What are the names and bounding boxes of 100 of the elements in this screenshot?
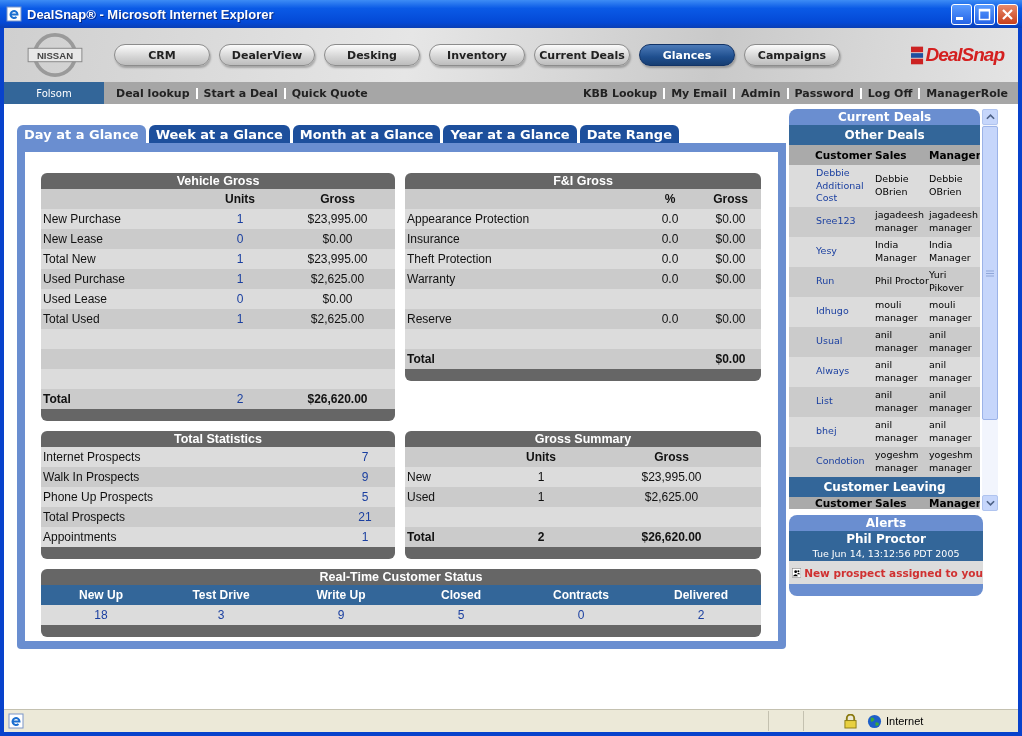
count-link[interactable]: 5 (401, 608, 521, 622)
scroll-down-icon[interactable] (985, 500, 995, 506)
customer-link[interactable]: Run (789, 275, 875, 288)
count-link[interactable]: 9 (340, 470, 390, 484)
column-header: Sales (875, 496, 908, 509)
table-cell-text: 0.0 (660, 212, 680, 226)
table-cell-text: Yuri Pikover (929, 269, 965, 294)
units-link[interactable]: 0 (200, 292, 280, 306)
tab[interactable]: Week at a Glance (148, 125, 290, 143)
units-link[interactable]: 0 (200, 232, 280, 246)
row-label: Total Used (42, 312, 101, 326)
nav-link[interactable]: Deal lookup (116, 87, 196, 99)
nav-link[interactable]: My Email (663, 87, 734, 99)
table-cell-text: yogeshm manager (929, 449, 974, 474)
maximize-button[interactable] (974, 3, 995, 25)
row-label: Walk In Prospects (42, 470, 141, 484)
scroll-up-icon[interactable] (985, 114, 995, 120)
table-cell-text: $0.00 (714, 252, 747, 266)
units-link[interactable]: 1 (200, 252, 280, 266)
column-header: Contracts (552, 588, 610, 602)
column-header: Gross (712, 192, 749, 206)
nav-link[interactable]: Start a Deal (195, 87, 284, 99)
nav-button[interactable]: Inventory (429, 44, 525, 66)
nav-button[interactable]: DealerView (219, 44, 315, 66)
nav-button[interactable]: Current Deals (534, 44, 630, 66)
nav-link[interactable]: ManagerRole (918, 87, 1014, 99)
table-cell-text: anil manager (875, 329, 919, 354)
row-label: Used Purchase (42, 272, 127, 286)
column-header: Test Drive (191, 588, 251, 602)
nav-link[interactable]: Admin (733, 87, 787, 99)
column-header: Customer (814, 149, 873, 161)
customer-link[interactable]: Idhugo (789, 305, 875, 318)
units-link[interactable]: 1 (200, 212, 280, 226)
count-link[interactable]: 21 (340, 510, 390, 524)
units-link[interactable]: 1 (200, 312, 280, 326)
row-label: Total New (42, 252, 97, 266)
row-label: Theft Protection (406, 252, 493, 266)
table-cell-text: $23,995.00 (306, 252, 369, 266)
customer-link[interactable]: Debbie Additional Cost (789, 167, 875, 205)
count-link[interactable]: 2 (641, 608, 761, 622)
customer-link[interactable]: List (789, 395, 875, 408)
count-link[interactable]: 18 (41, 608, 161, 622)
row-label: Total (406, 530, 436, 544)
count-link[interactable]: 0 (521, 608, 641, 622)
customer-link[interactable]: bhej (789, 425, 875, 438)
count-link[interactable]: 5 (340, 490, 390, 504)
table-title: Total Statistics (41, 431, 395, 447)
table-cell-text: Debbie OBrien (875, 173, 910, 199)
table-cell-text: anil manager (875, 419, 919, 444)
row-label: Reserve (406, 312, 453, 326)
nav-button[interactable]: Desking (324, 44, 420, 66)
minimize-button[interactable] (951, 3, 972, 25)
row-label: Total (406, 352, 436, 366)
customer-link[interactable]: Condotion (789, 455, 875, 468)
count-link[interactable]: 9 (281, 608, 401, 622)
grip-icon[interactable] (986, 269, 995, 277)
customer-link[interactable]: Usual (789, 335, 875, 348)
table-cell: Phil Proctor (875, 275, 929, 288)
table-cell-text: India Manager (875, 239, 918, 264)
customer-link[interactable]: Always (789, 365, 875, 378)
tab[interactable]: Month at a Glance (292, 125, 441, 143)
scrollbar[interactable] (982, 109, 998, 511)
nav-link[interactable]: Quick Quote (283, 87, 374, 99)
nav-link[interactable]: Log Off (859, 87, 919, 99)
alert-name: Phil Proctor (789, 531, 983, 547)
nav-link[interactable]: Password (786, 87, 860, 99)
column-header: Customer (814, 496, 873, 509)
column-header: Manager (929, 149, 981, 161)
nav-button[interactable]: CRM (114, 44, 210, 66)
nav-button[interactable]: Glances (639, 44, 735, 66)
table-cell-text: anil manager (929, 329, 973, 354)
close-button[interactable] (997, 3, 1018, 25)
table-cell-text: $2,625.00 (643, 490, 700, 504)
tab[interactable]: Date Range (579, 125, 679, 143)
product-logo: DealSnap (911, 44, 1004, 66)
row-label: Insurance (406, 232, 461, 246)
table-cell-text: 1 (536, 490, 546, 504)
column-header: Delivered (673, 588, 729, 602)
count-link[interactable]: 1 (340, 530, 390, 544)
table-cell-text: 0.0 (660, 312, 680, 326)
tab[interactable]: Year at a Glance (443, 125, 577, 143)
table-cell-text: $23,995.00 (640, 470, 703, 484)
customer-link[interactable]: Sree123 (789, 215, 875, 228)
customer-link[interactable]: Yesy (789, 245, 875, 258)
table-cell-text: jagadeesh manager (875, 209, 925, 234)
row-label: New Purchase (42, 212, 123, 226)
table-cell-text: $0.00 (321, 292, 354, 306)
column-header: Gross (319, 192, 356, 206)
units-link[interactable]: 1 (200, 272, 280, 286)
nav-link[interactable]: KBB Lookup (582, 87, 664, 99)
count-link[interactable]: 3 (161, 608, 281, 622)
row-label: Total (42, 392, 72, 406)
row-label: Used (406, 490, 436, 504)
units-link[interactable]: 2 (200, 392, 280, 406)
row-label: Warranty (406, 272, 457, 286)
column-header: Manager (929, 496, 981, 509)
table-cell-text: anil manager (929, 389, 973, 414)
section-title: Other Deals (789, 125, 981, 145)
nav-button[interactable]: Campaigns (744, 44, 840, 66)
count-link[interactable]: 7 (340, 450, 390, 464)
